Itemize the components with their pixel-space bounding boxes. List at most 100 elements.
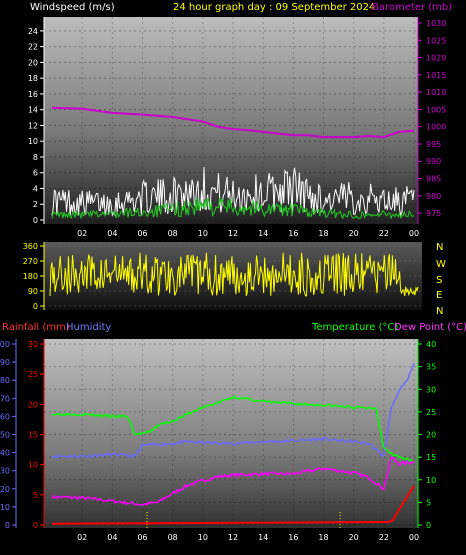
temp-time-tick-label: 08 — [168, 533, 178, 542]
wind-time-tick-label: 18 — [318, 229, 328, 238]
temp-time-tick-label: 18 — [318, 533, 328, 542]
wind-tick-label: 6 — [33, 169, 38, 178]
direction-tick-label: 270 — [23, 257, 38, 266]
wind-axis-title: Windspeed (m/s) — [30, 2, 115, 13]
direction-tick-label: 360 — [23, 242, 38, 251]
humidity-tick-label: 10 — [0, 503, 10, 512]
barometer-tick-label: 1000 — [426, 123, 446, 132]
wind-time-tick-label: 10 — [198, 229, 208, 238]
wind-tick-label: 4 — [33, 184, 38, 193]
wind-panel-background — [44, 17, 418, 224]
rainfall-tick-label: 30 — [28, 340, 38, 349]
humidity-tick-label: 70 — [0, 394, 10, 403]
compass-labels: N W S E N — [436, 242, 446, 317]
temperature-tick-label: 10 — [426, 476, 436, 485]
temperature-tick-label: 35 — [426, 363, 436, 372]
barometer-tick-label: 1015 — [426, 71, 446, 80]
wind-tick-label: 12 — [28, 121, 38, 130]
wind-tick-label: 2 — [33, 200, 38, 209]
wind-time-tick-label: 02 — [77, 229, 87, 238]
temperature-axis-title: Temperature (°C) — [311, 322, 398, 333]
temp-time-tick-label: 10 — [198, 533, 208, 542]
wind-tick-label: 16 — [28, 90, 38, 99]
temp-time-tick-label: 12 — [228, 533, 238, 542]
wind-tick-label: 0 — [33, 216, 38, 225]
barometer-tick-label: 985 — [426, 175, 441, 184]
rainfall-tick-label: 20 — [28, 400, 38, 409]
temperature-tick-label: 15 — [426, 453, 436, 462]
wind-tick-label: 14 — [28, 106, 38, 115]
wind-tick-label: 8 — [33, 153, 38, 162]
barometer-tick-label: 1025 — [426, 36, 446, 45]
temperature-tick-label: 0 — [426, 521, 431, 530]
wind-tick-label: 18 — [28, 74, 38, 83]
wind-time-tick-label: 00 — [409, 229, 419, 238]
wind-time-tick-label: 08 — [168, 229, 178, 238]
temp-time-tick-label: 14 — [258, 533, 268, 542]
wind-time-tick-label: 14 — [258, 229, 268, 238]
wind-time-tick-label: 06 — [137, 229, 147, 238]
temp-time-tick-label: 02 — [77, 533, 87, 542]
wind-direction-axis: 0 90 180 270 360 — [23, 242, 45, 311]
barometer-tick-label: 995 — [426, 140, 441, 149]
humidity-tick-label: 90 — [0, 358, 10, 367]
humidity-tick-label: 60 — [0, 412, 10, 421]
wind-time-tick-label: 20 — [349, 229, 359, 238]
barometer-tick-label: 1020 — [426, 54, 446, 63]
graph-title: 24 hour graph day : 09 September 2024 — [173, 2, 375, 13]
weather-graph: Windspeed (m/s) 24 hour graph day : 09 S… — [0, 2, 466, 542]
barometer-tick-label: 975 — [426, 209, 441, 218]
compass-label-n2: N — [436, 306, 443, 317]
humidity-tick-label: 80 — [0, 376, 10, 385]
temp-time-tick-label: 04 — [107, 533, 117, 542]
wind-tick-label: 24 — [28, 27, 38, 36]
humidity-tick-label: 0 — [5, 521, 10, 530]
wind-time-axis: 02 04 06 08 10 12 14 16 18 20 22 00 — [77, 229, 419, 238]
barometer-tick-label: 1010 — [426, 88, 446, 97]
rainfall-axis-title: Rainfall (mm) — [2, 322, 70, 333]
temperature-tick-label: 20 — [426, 431, 436, 440]
rainfall-tick-label: 15 — [28, 431, 38, 440]
dewpoint-axis-title: Dew Point (°C) — [394, 322, 466, 333]
wind-time-tick-label: 22 — [379, 229, 389, 238]
humidity-tick-label: 50 — [0, 431, 10, 440]
rainfall-tick-label: 25 — [28, 370, 38, 379]
wind-tick-label: 10 — [28, 137, 38, 146]
temperature-tick-label: 5 — [426, 498, 431, 507]
wind-time-tick-label: 16 — [288, 229, 298, 238]
temperature-tick-label: 25 — [426, 408, 436, 417]
humidity-tick-label: 40 — [0, 449, 10, 458]
rainfall-tick-label: 0 — [33, 521, 38, 530]
wind-time-tick-label: 04 — [107, 229, 117, 238]
humidity-axis-title: Humidity — [66, 322, 111, 333]
temp-time-tick-label: 06 — [137, 533, 147, 542]
rainfall-tick-label: 5 — [33, 491, 38, 500]
compass-label-w: W — [436, 259, 446, 270]
wind-tick-label: 20 — [28, 58, 38, 67]
barometer-tick-label: 1005 — [426, 105, 446, 114]
wind-time-tick-label: 12 — [228, 229, 238, 238]
temp-time-tick-label: 20 — [349, 533, 359, 542]
rainfall-tick-label: 10 — [28, 461, 38, 470]
barometer-axis: 975 980 985 990 995 1000 1005 1010 1015 1020 1025 1… — [417, 17, 446, 224]
temp-time-tick-label: 16 — [288, 533, 298, 542]
temp-time-axis: 02 04 06 08 10 12 14 16 18 20 22 00 — [77, 533, 419, 542]
barometer-tick-label: 980 — [426, 192, 441, 201]
direction-tick-label: 0 — [33, 302, 38, 311]
humidity-tick-label: 20 — [0, 485, 10, 494]
temperature-tick-label: 30 — [426, 385, 436, 394]
humidity-tick-label: 30 — [0, 467, 10, 476]
wind-speed-axis: 024681012141618202224 — [28, 17, 45, 225]
wind-tick-label: 22 — [28, 43, 38, 52]
humidity-tick-label: 100 — [0, 340, 10, 349]
direction-tick-label: 90 — [28, 287, 38, 296]
barometer-tick-label: 1030 — [426, 19, 446, 28]
temp-time-tick-label: 22 — [379, 533, 389, 542]
direction-tick-label: 180 — [23, 272, 38, 281]
compass-label-s: S — [436, 275, 442, 286]
temp-time-tick-label: 00 — [409, 533, 419, 542]
compass-label-n1: N — [436, 242, 443, 253]
temperature-tick-label: 40 — [426, 340, 436, 349]
compass-label-e: E — [436, 290, 442, 301]
barometer-tick-label: 990 — [426, 157, 441, 166]
